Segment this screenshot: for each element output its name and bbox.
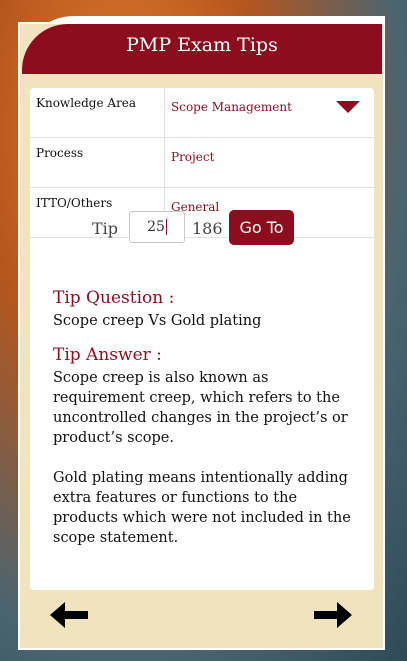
chevron-down-icon[interactable] [336, 101, 360, 113]
knowledge-area-row: Knowledge Area Scope Management [30, 88, 374, 138]
content-card: Knowledge Area Scope Management Process … [30, 88, 374, 590]
tip-total: 186 [192, 219, 223, 238]
arrow-left-icon [50, 602, 88, 628]
process-select[interactable]: Project [164, 137, 374, 188]
text-cursor [165, 219, 167, 235]
footer-nav [30, 598, 374, 638]
process-label: Process [30, 137, 165, 188]
answer-title: Tip Answer : [53, 345, 162, 365]
question-title: Tip Question : [53, 288, 175, 308]
tip-navigator: Tip 25 186 Go To [30, 210, 374, 246]
knowledge-area-label: Knowledge Area [30, 88, 165, 138]
arrow-right-icon [314, 602, 352, 628]
knowledge-area-value: Scope Management [171, 100, 292, 114]
go-to-button[interactable]: Go To [229, 210, 294, 245]
answer-text: Scope creep is also known as requirement… [53, 370, 351, 546]
knowledge-area-select[interactable]: Scope Management [164, 88, 374, 138]
process-value: Project [171, 150, 215, 164]
app-header: PMP Exam Tips [22, 24, 382, 74]
next-button[interactable] [312, 600, 352, 630]
tip-number-input[interactable]: 25 [129, 211, 185, 243]
tip-number-value: 25 [147, 219, 165, 235]
question-text: Scope creep Vs Gold plating [53, 313, 262, 329]
question-section: Tip Question : Scope creep Vs Gold plati… [53, 288, 353, 331]
prev-button[interactable] [50, 600, 90, 630]
tip-label: Tip [92, 219, 119, 238]
process-row: Process Project [30, 137, 374, 188]
page-title: PMP Exam Tips [126, 34, 278, 56]
answer-section: Tip Answer : Scope creep is also known a… [53, 345, 353, 548]
